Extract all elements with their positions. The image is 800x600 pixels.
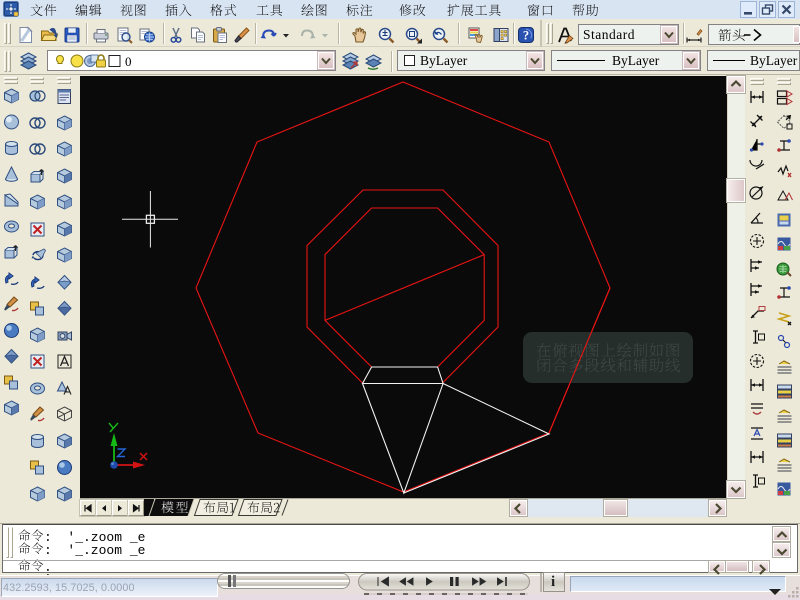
svg-text:?: ? <box>523 29 529 43</box>
